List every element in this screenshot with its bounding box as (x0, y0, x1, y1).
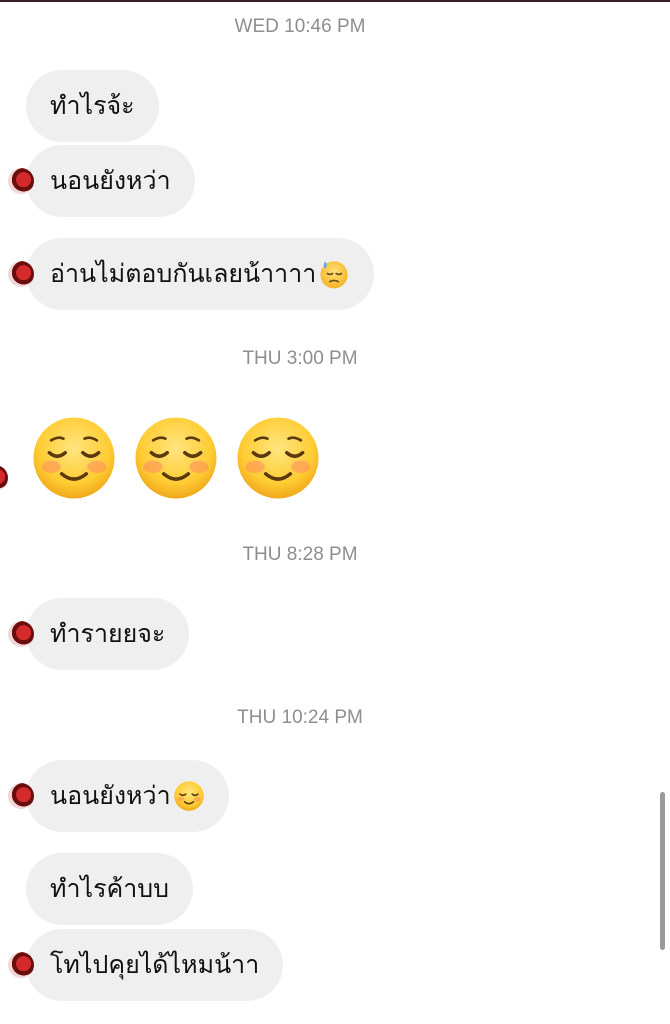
top-edge-bar (0, 0, 670, 2)
message-text: นอนยังหว่า (50, 781, 171, 810)
message-text: ทำไรจ้ะ (50, 91, 135, 120)
avatar[interactable] (8, 952, 34, 978)
message-bubble[interactable]: ทำรายยจะ (8, 598, 190, 670)
message-text: โทไปคุยได้ไหมน้าา (50, 950, 260, 979)
emoji-message[interactable] (30, 414, 322, 502)
message-text: นอนยังหว่า (50, 166, 171, 195)
message-text: ทำรายยจะ (50, 619, 166, 648)
message-text: ทำไรค้าบบ (50, 874, 170, 903)
message-bubble[interactable]: ทำไรจ้ะ (26, 70, 159, 142)
timestamp: THU 10:24 PM (237, 707, 363, 728)
message-bubble[interactable]: โทไปคุยได้ไหมน้าา (8, 929, 284, 1001)
sad-sweat-face-icon (320, 261, 348, 289)
smiling-face-icon (237, 417, 319, 499)
message-text: อ่านไม่ตอบกันเลยน้าาาา (50, 259, 317, 288)
timestamp: THU 3:00 PM (242, 348, 358, 369)
timestamp: WED 10:46 PM (234, 16, 366, 37)
message-bubble[interactable]: ทำไรค้าบบ (26, 853, 194, 925)
avatar[interactable] (0, 465, 8, 491)
avatar[interactable] (8, 621, 34, 647)
avatar[interactable] (8, 783, 34, 809)
smiling-face-icon (33, 417, 115, 499)
smiling-face-icon (173, 781, 204, 811)
message-bubble[interactable]: นอนยังหว่า (8, 145, 195, 217)
scrollbar[interactable] (660, 792, 665, 950)
avatar[interactable] (8, 168, 34, 194)
avatar[interactable] (8, 261, 34, 287)
message-bubble[interactable]: นอนยังหว่า (8, 760, 229, 832)
smiling-face-icon (135, 417, 217, 499)
timestamp: THU 8:28 PM (242, 544, 358, 565)
message-bubble[interactable]: อ่านไม่ตอบกันเลยน้าาาา (8, 238, 375, 310)
